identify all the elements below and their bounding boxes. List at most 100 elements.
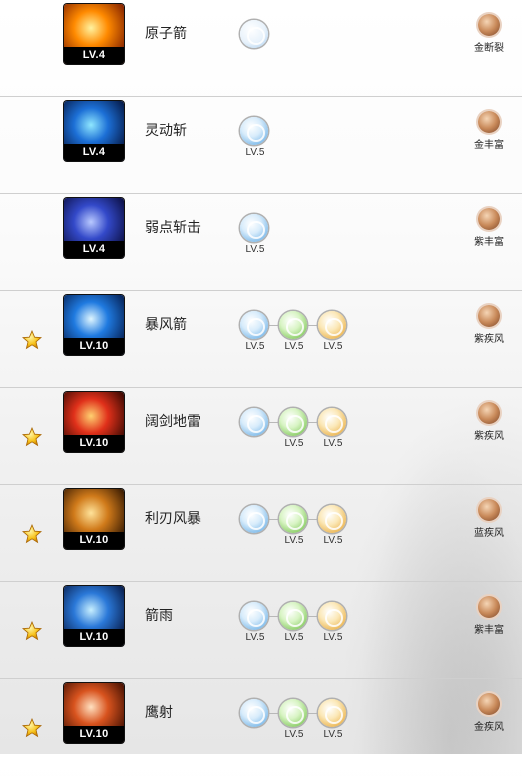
- rune-level: LV.5: [323, 341, 343, 352]
- gem-slot[interactable]: 紫丰富: [466, 208, 512, 248]
- rune-icon: [240, 311, 268, 339]
- gem-icon: [478, 596, 500, 618]
- skill-level: LV.10: [64, 629, 124, 646]
- rune-icon: [279, 505, 307, 533]
- gem-icon: [478, 14, 500, 36]
- skill-name: 原子箭: [145, 25, 187, 41]
- rune-icon: [279, 699, 307, 727]
- gem-name: 紫丰富: [474, 625, 504, 636]
- rune-icon: [240, 408, 268, 436]
- rune-slot[interactable]: LV.5: [318, 408, 348, 449]
- skill-icon[interactable]: LV.10: [64, 489, 124, 549]
- skill-name: 鹰射: [145, 704, 173, 720]
- rune-level: LV.5: [284, 535, 304, 546]
- gem-icon: [478, 208, 500, 230]
- gem-name: 金断裂: [474, 43, 504, 54]
- rune-icon: [318, 602, 346, 630]
- skill-level: LV.4: [64, 241, 124, 258]
- skill-level: LV.10: [64, 532, 124, 549]
- rune-slot[interactable]: LV.5: [240, 117, 270, 158]
- rune-slot[interactable]: LV.5: [240, 602, 270, 643]
- rune-icon: [240, 699, 268, 727]
- skill-name: 箭雨: [145, 607, 173, 623]
- skill-level: LV.4: [64, 144, 124, 161]
- rune-slot[interactable]: [240, 20, 270, 50]
- gem-icon: [478, 402, 500, 424]
- rune-slot[interactable]: LV.5: [279, 311, 309, 352]
- rune-level: LV.5: [245, 341, 265, 352]
- skill-row: LV.10 利刃风暴 LV.5 LV.5 蓝疾风: [0, 485, 522, 582]
- rune-level: LV.5: [284, 341, 304, 352]
- skill-icon[interactable]: LV.10: [64, 392, 124, 452]
- rune-slot[interactable]: LV.5: [318, 505, 348, 546]
- rune-level: LV.5: [245, 244, 265, 255]
- star-icon: [22, 330, 42, 350]
- skill-level: LV.10: [64, 338, 124, 355]
- rune-level: LV.5: [245, 632, 265, 643]
- rune-level: LV.5: [284, 729, 304, 740]
- gem-name: 紫丰富: [474, 237, 504, 248]
- rune-slot[interactable]: LV.5: [240, 311, 270, 352]
- rune-icon: [279, 602, 307, 630]
- star-icon: [22, 427, 42, 447]
- rune-icon: [318, 505, 346, 533]
- gem-slot[interactable]: 蓝疾风: [466, 499, 512, 539]
- skill-row: LV.4 原子箭金断裂: [0, 0, 522, 97]
- skill-icon[interactable]: LV.4: [64, 101, 124, 161]
- gem-icon: [478, 111, 500, 133]
- skill-row: LV.4 弱点斩击 LV.5 紫丰富: [0, 194, 522, 291]
- skill-row: LV.10 箭雨 LV.5 LV.5 LV.5 紫丰富: [0, 582, 522, 679]
- rune-icon: [240, 602, 268, 630]
- rune-icon: [240, 214, 268, 242]
- gem-icon: [478, 305, 500, 327]
- skill-name: 暴风箭: [145, 316, 187, 332]
- gem-name: 紫疾风: [474, 334, 504, 345]
- rune-slot[interactable]: [240, 505, 270, 535]
- skill-level: LV.4: [64, 47, 124, 64]
- gem-slot[interactable]: 紫丰富: [466, 596, 512, 636]
- rune-icon: [240, 505, 268, 533]
- gem-slot[interactable]: 紫疾风: [466, 402, 512, 442]
- skill-icon[interactable]: LV.10: [64, 586, 124, 646]
- skill-icon[interactable]: LV.10: [64, 683, 124, 743]
- gem-slot[interactable]: 金断裂: [466, 14, 512, 54]
- rune-level: LV.5: [323, 535, 343, 546]
- rune-icon: [318, 311, 346, 339]
- gem-icon: [478, 499, 500, 521]
- rune-slot[interactable]: [240, 408, 270, 438]
- rune-icon: [318, 699, 346, 727]
- gem-name: 金丰富: [474, 140, 504, 151]
- rune-level: LV.5: [323, 632, 343, 643]
- rune-icon: [318, 408, 346, 436]
- skill-name: 灵动斩: [145, 122, 187, 138]
- skill-icon[interactable]: LV.10: [64, 295, 124, 355]
- rune-slot[interactable]: LV.5: [318, 602, 348, 643]
- skill-level: LV.10: [64, 726, 124, 743]
- rune-slot[interactable]: LV.5: [279, 602, 309, 643]
- rune-level: LV.5: [284, 438, 304, 449]
- gem-slot[interactable]: 金丰富: [466, 111, 512, 151]
- skill-icon[interactable]: LV.4: [64, 198, 124, 258]
- rune-slot[interactable]: LV.5: [318, 699, 348, 740]
- gem-slot[interactable]: 紫疾风: [466, 305, 512, 345]
- rune-icon: [279, 408, 307, 436]
- skill-name: 利刃风暴: [145, 510, 201, 526]
- rune-slot[interactable]: LV.5: [279, 408, 309, 449]
- rune-slot[interactable]: LV.5: [318, 311, 348, 352]
- rune-slot[interactable]: LV.5: [279, 699, 309, 740]
- gem-slot[interactable]: 金疾风: [466, 693, 512, 733]
- star-icon: [22, 621, 42, 641]
- skill-name: 弱点斩击: [145, 219, 201, 235]
- skill-icon[interactable]: LV.4: [64, 4, 124, 64]
- rune-slot[interactable]: [240, 699, 270, 729]
- gem-name: 蓝疾风: [474, 528, 504, 539]
- rune-icon: [240, 117, 268, 145]
- rune-level: LV.5: [323, 438, 343, 449]
- rune-level: LV.5: [284, 632, 304, 643]
- skill-row: LV.4 灵动斩 LV.5 金丰富: [0, 97, 522, 194]
- rune-slot[interactable]: LV.5: [240, 214, 270, 255]
- rune-slot[interactable]: LV.5: [279, 505, 309, 546]
- skill-level: LV.10: [64, 435, 124, 452]
- skill-row: LV.10 暴风箭 LV.5 LV.5 LV.5 紫疾风: [0, 291, 522, 388]
- gem-name: 金疾风: [474, 722, 504, 733]
